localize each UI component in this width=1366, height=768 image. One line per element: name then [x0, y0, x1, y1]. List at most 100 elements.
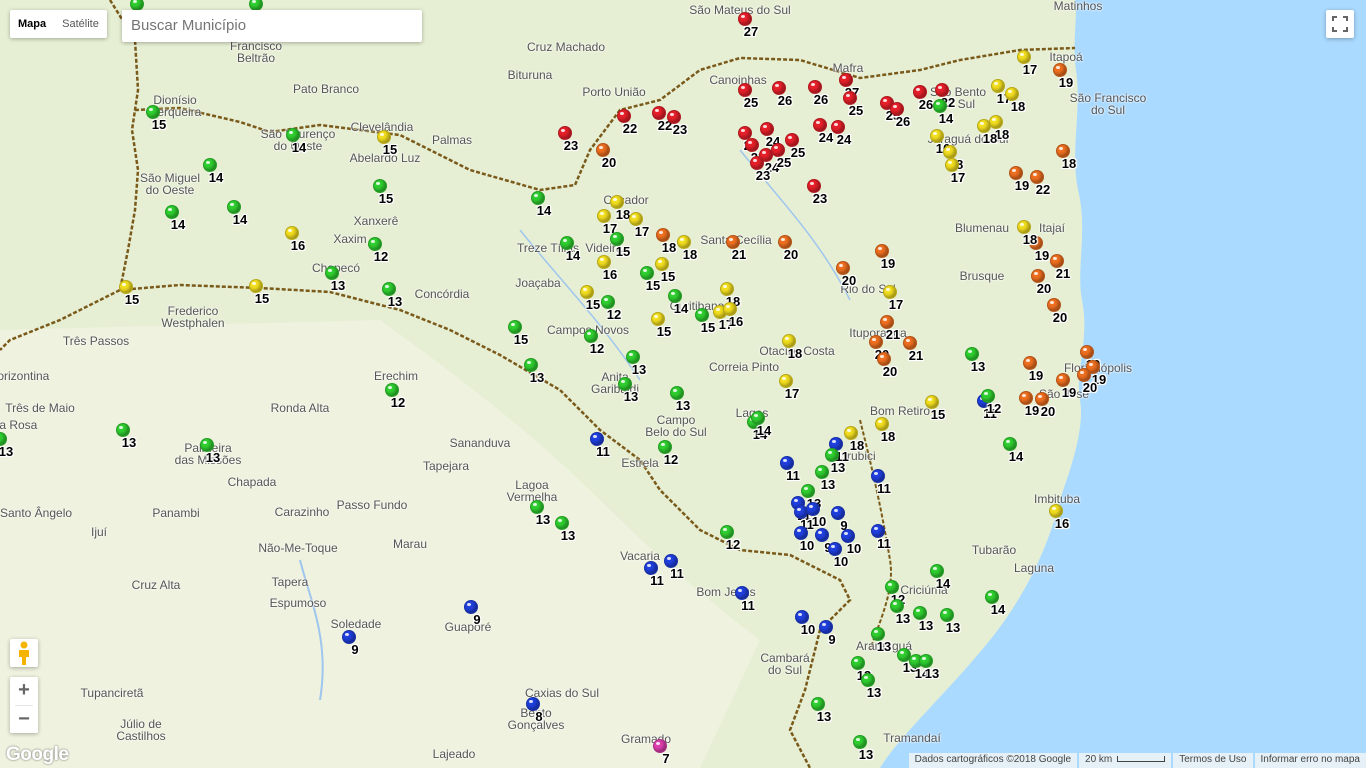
scale-indicator[interactable]: 20 km	[1079, 753, 1172, 768]
station-value-label: 10	[811, 514, 827, 529]
station-value-label: 25	[776, 155, 792, 170]
station-value-label: 21	[908, 348, 924, 363]
zoom-in-button[interactable]: +	[10, 677, 38, 705]
station-value-label: 17	[950, 170, 966, 185]
station-value-label: 13	[0, 444, 14, 459]
station-value-label: 12	[373, 249, 389, 264]
station-value-label: 11	[786, 468, 800, 483]
station-value-label: 9	[828, 632, 836, 647]
station-value-label: 11	[596, 444, 610, 459]
station-value-label: 14	[536, 203, 552, 218]
station-value-label: 24	[818, 130, 834, 145]
station-value-label: 13	[816, 709, 832, 724]
station-value-label: 15	[254, 291, 270, 306]
station-value-label: 7	[662, 751, 670, 766]
station-value-label: 13	[529, 370, 545, 385]
station-value-label: 15	[382, 142, 398, 157]
station-value-label: 13	[820, 477, 836, 492]
fullscreen-button[interactable]	[1326, 10, 1354, 38]
station-value-label: 13	[387, 294, 403, 309]
station-value-label: 18	[1022, 232, 1038, 247]
station-value-label: 15	[700, 320, 716, 335]
station-value-label: 21	[885, 327, 901, 342]
station-value-label: 18	[682, 247, 698, 262]
station-value-label: 13	[876, 639, 892, 654]
station-value-label: 19	[1061, 385, 1077, 400]
station-value-label: 15	[151, 117, 167, 132]
station-value-label: 13	[675, 398, 691, 413]
station-value-label: 14	[1008, 449, 1024, 464]
station-value-label: 17	[634, 224, 650, 239]
station-value-label: 14	[170, 217, 186, 232]
station-value-label: 25	[790, 145, 806, 160]
station-value-label: 22	[622, 121, 638, 136]
pegman-icon	[19, 641, 29, 665]
zoom-out-button[interactable]: −	[10, 706, 38, 734]
station-value-label: 12	[606, 307, 622, 322]
station-value-label: 10	[799, 538, 815, 553]
station-value-label: 15	[585, 297, 601, 312]
station-value-label: 15	[378, 191, 394, 206]
report-error-link[interactable]: Informar erro no mapa	[1254, 753, 1366, 768]
station-value-label: 18	[849, 438, 865, 453]
station-value-label: 10	[800, 622, 816, 637]
station-value-label: 16	[728, 314, 744, 329]
station-value-label: 14	[673, 301, 689, 316]
station-value-label: 24	[836, 132, 852, 147]
street-view-button[interactable]	[10, 639, 38, 667]
station-value-label: 23	[755, 168, 771, 183]
station-value-label: 13	[924, 666, 940, 681]
station-value-label: 20	[882, 364, 898, 379]
station-value-label: 12	[589, 341, 605, 356]
station-value-label: 13	[945, 620, 961, 635]
station-value-label: 18	[1061, 156, 1077, 171]
station-value-label: 27	[743, 24, 759, 39]
station-value-label: 11	[741, 598, 755, 613]
station-value-label: 23	[812, 191, 828, 206]
station-value-label: 11	[650, 573, 664, 588]
station-value-label: 15	[660, 269, 676, 284]
scale-label: 20 km	[1085, 754, 1113, 765]
station-value-label: 18	[661, 240, 677, 255]
map-type-map-button[interactable]: Mapa	[10, 10, 54, 38]
station-value-label: 20	[1036, 281, 1052, 296]
station-value-label: 19	[880, 256, 896, 271]
station-value-label: 14	[756, 423, 772, 438]
station-value-label: 14	[938, 111, 954, 126]
station-value-label: 11	[877, 536, 891, 551]
station-value-label: 26	[895, 114, 911, 129]
station-value-label: 20	[841, 273, 857, 288]
station-value-label: 13	[830, 460, 846, 475]
station-value-label: 10	[833, 554, 849, 569]
station-value-label: 13	[121, 435, 137, 450]
station-value-label: 20	[783, 247, 799, 262]
station-value-label: 19	[1014, 178, 1030, 193]
station-value-label: 13	[970, 359, 986, 374]
map-canvas[interactable]: São Mateus do Sul Matinhos Francisco Beltr…	[0, 0, 1366, 768]
station-value-label: 15	[930, 407, 946, 422]
station-value-label: 12	[663, 452, 679, 467]
map-type-satellite-button[interactable]: Satélite	[54, 10, 107, 38]
map-base-layer	[0, 0, 1366, 768]
fullscreen-icon	[1332, 16, 1348, 32]
search-input[interactable]	[122, 10, 420, 40]
station-value-label: 12	[986, 401, 1002, 416]
station-value-label: 19	[1058, 75, 1074, 90]
station-value-label: 11	[670, 566, 684, 581]
google-logo: Google	[6, 744, 69, 765]
station-value-label: 15	[645, 278, 661, 293]
station-value-label: 18	[787, 346, 803, 361]
station-value-label: 18	[880, 429, 896, 444]
station-value-label: 20	[1052, 310, 1068, 325]
station-value-label: 26	[813, 92, 829, 107]
station-value-label: 9	[351, 642, 359, 657]
station-value-label: 12	[390, 395, 406, 410]
station-value-label: 13	[631, 362, 647, 377]
zoom-control: + −	[10, 677, 38, 733]
station-value-label: 16	[602, 267, 618, 282]
station-value-label: 26	[777, 93, 793, 108]
terms-link[interactable]: Termos de Uso	[1173, 753, 1253, 768]
station-value-label: 13	[535, 512, 551, 527]
station-value-label: 23	[563, 138, 579, 153]
station-value-label: 14	[232, 212, 248, 227]
